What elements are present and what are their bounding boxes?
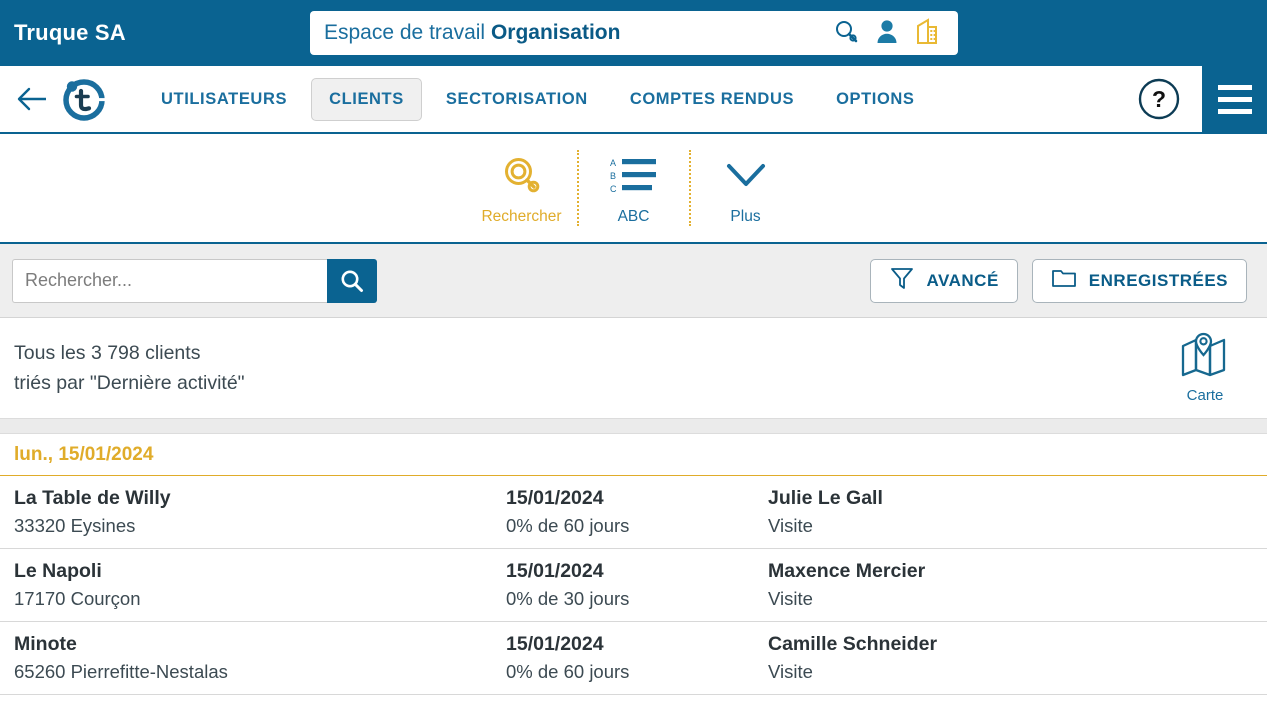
abc-letter-c: C bbox=[610, 184, 617, 194]
section-divider-band bbox=[0, 418, 1267, 434]
search-submit-button[interactable] bbox=[327, 259, 377, 303]
client-name: Le Napoli bbox=[14, 558, 506, 585]
search-group bbox=[12, 259, 377, 303]
workspace-name: Organisation bbox=[491, 21, 621, 44]
client-name: La Table de Willy bbox=[14, 485, 506, 512]
map-view-button[interactable]: Carte bbox=[1165, 332, 1245, 404]
activity-type: Visite bbox=[768, 585, 1253, 612]
nav-right-group: ? bbox=[1137, 66, 1267, 132]
workspace-prefix: Espace de travail bbox=[324, 21, 491, 44]
hamburger-bar bbox=[1218, 97, 1252, 102]
search-filter-bar: AVANCÉ ENREGISTRÉES bbox=[0, 244, 1267, 318]
building-icon[interactable] bbox=[915, 17, 940, 49]
toolbar-label-abc: ABC bbox=[618, 208, 650, 226]
date-cell: 15/01/2024 0% de 30 jours bbox=[506, 558, 768, 612]
nav-tab-utilisateurs[interactable]: UTILISATEURS bbox=[143, 78, 305, 121]
filter-funnel-icon bbox=[889, 265, 915, 296]
hamburger-bar bbox=[1218, 109, 1252, 114]
client-cell: La Table de Willy 33320 Eysines bbox=[14, 485, 506, 539]
client-name: Minote bbox=[14, 631, 506, 658]
table-row[interactable]: Le Napoli 17170 Courçon 15/01/2024 0% de… bbox=[0, 549, 1267, 622]
truque-logo-icon[interactable] bbox=[58, 73, 110, 125]
activity-progress: 0% de 30 jours bbox=[506, 585, 768, 612]
nav-tab-options[interactable]: OPTIONS bbox=[818, 78, 932, 121]
hamburger-bar bbox=[1218, 85, 1252, 90]
svg-text:?: ? bbox=[1152, 86, 1166, 112]
activity-progress: 0% de 60 jours bbox=[506, 512, 768, 539]
search-input[interactable] bbox=[12, 259, 327, 303]
nav-tab-list: UTILISATEURS CLIENTS SECTORISATION COMPT… bbox=[143, 78, 933, 121]
client-address: 33320 Eysines bbox=[14, 512, 506, 539]
map-pin-icon bbox=[1179, 332, 1231, 383]
user-cell: Julie Le Gall Visite bbox=[768, 485, 1253, 539]
activity-date: 15/01/2024 bbox=[506, 558, 768, 585]
abc-letter-a: A bbox=[610, 158, 616, 168]
toolbar-item-rechercher[interactable]: Rechercher bbox=[467, 145, 577, 232]
toolbar-item-plus[interactable]: Plus bbox=[691, 145, 801, 232]
date-group-header: lun., 15/01/2024 bbox=[0, 434, 1267, 476]
chevron-down-icon bbox=[722, 151, 770, 199]
hamburger-menu-icon[interactable] bbox=[1202, 66, 1267, 132]
table-row[interactable]: La Table de Willy 33320 Eysines 15/01/20… bbox=[0, 476, 1267, 549]
activity-type: Visite bbox=[768, 512, 1253, 539]
results-summary-section: Tous les 3 798 clients triés par "Derniè… bbox=[0, 318, 1267, 418]
activity-progress: 0% de 60 jours bbox=[506, 658, 768, 685]
workspace-selector[interactable]: Espace de travail Organisation bbox=[310, 11, 958, 55]
activity-date: 15/01/2024 bbox=[506, 485, 768, 512]
toolbar-label-plus: Plus bbox=[730, 208, 760, 226]
help-circle-icon[interactable]: ? bbox=[1137, 77, 1181, 121]
workspace-icon-group bbox=[833, 17, 944, 49]
user-name: Maxence Mercier bbox=[768, 558, 1253, 585]
client-address: 17170 Courçon bbox=[14, 585, 506, 612]
back-arrow-icon[interactable] bbox=[14, 81, 50, 117]
nav-tab-sectorisation[interactable]: SECTORISATION bbox=[428, 78, 606, 121]
saved-searches-label: ENREGISTRÉES bbox=[1089, 271, 1228, 291]
abc-letter-b: B bbox=[610, 171, 616, 181]
nav-tab-comptes-rendus[interactable]: COMPTES RENDUS bbox=[612, 78, 812, 121]
sort-abc-icon: A B C bbox=[608, 151, 660, 199]
results-summary-text: Tous les 3 798 clients triés par "Derniè… bbox=[14, 338, 245, 398]
folder-icon bbox=[1051, 265, 1077, 296]
workspace-label: Espace de travail Organisation bbox=[324, 21, 833, 45]
user-cell: Camille Schneider Visite bbox=[768, 631, 1253, 685]
toolbar-label-rechercher: Rechercher bbox=[481, 208, 561, 226]
client-cell: Minote 65260 Pierrefitte-Nestalas bbox=[14, 631, 506, 685]
user-cell: Maxence Mercier Visite bbox=[768, 558, 1253, 612]
activity-type: Visite bbox=[768, 658, 1253, 685]
brand-title: Truque SA bbox=[14, 20, 126, 46]
advanced-search-button[interactable]: AVANCÉ bbox=[870, 259, 1018, 303]
person-icon[interactable] bbox=[876, 18, 898, 49]
filter-button-group: AVANCÉ ENREGISTRÉES bbox=[870, 259, 1247, 303]
activity-date: 15/01/2024 bbox=[506, 631, 768, 658]
user-name: Julie Le Gall bbox=[768, 485, 1253, 512]
magnifier-icon bbox=[500, 151, 544, 199]
top-header-bar: Truque SA Espace de travail Organisation bbox=[0, 0, 1267, 66]
client-cell: Le Napoli 17170 Courçon bbox=[14, 558, 506, 612]
map-view-label: Carte bbox=[1187, 387, 1224, 404]
results-count-line: Tous les 3 798 clients bbox=[14, 338, 245, 368]
advanced-search-label: AVANCÉ bbox=[927, 271, 999, 291]
date-cell: 15/01/2024 0% de 60 jours bbox=[506, 631, 768, 685]
user-name: Camille Schneider bbox=[768, 631, 1253, 658]
client-address: 65260 Pierrefitte-Nestalas bbox=[14, 658, 506, 685]
date-cell: 15/01/2024 0% de 60 jours bbox=[506, 485, 768, 539]
nav-tab-clients[interactable]: CLIENTS bbox=[311, 78, 422, 121]
toolbar-item-abc[interactable]: A B C ABC bbox=[579, 145, 689, 232]
search-icon bbox=[339, 268, 365, 294]
search-icon[interactable] bbox=[833, 18, 859, 49]
results-sort-line: triés par "Dernière activité" bbox=[14, 368, 245, 398]
main-navigation-bar: UTILISATEURS CLIENTS SECTORISATION COMPT… bbox=[0, 66, 1267, 134]
action-toolbar: Rechercher A B C ABC Plus bbox=[0, 134, 1267, 244]
saved-searches-button[interactable]: ENREGISTRÉES bbox=[1032, 259, 1247, 303]
table-row[interactable]: Minote 65260 Pierrefitte-Nestalas 15/01/… bbox=[0, 622, 1267, 695]
